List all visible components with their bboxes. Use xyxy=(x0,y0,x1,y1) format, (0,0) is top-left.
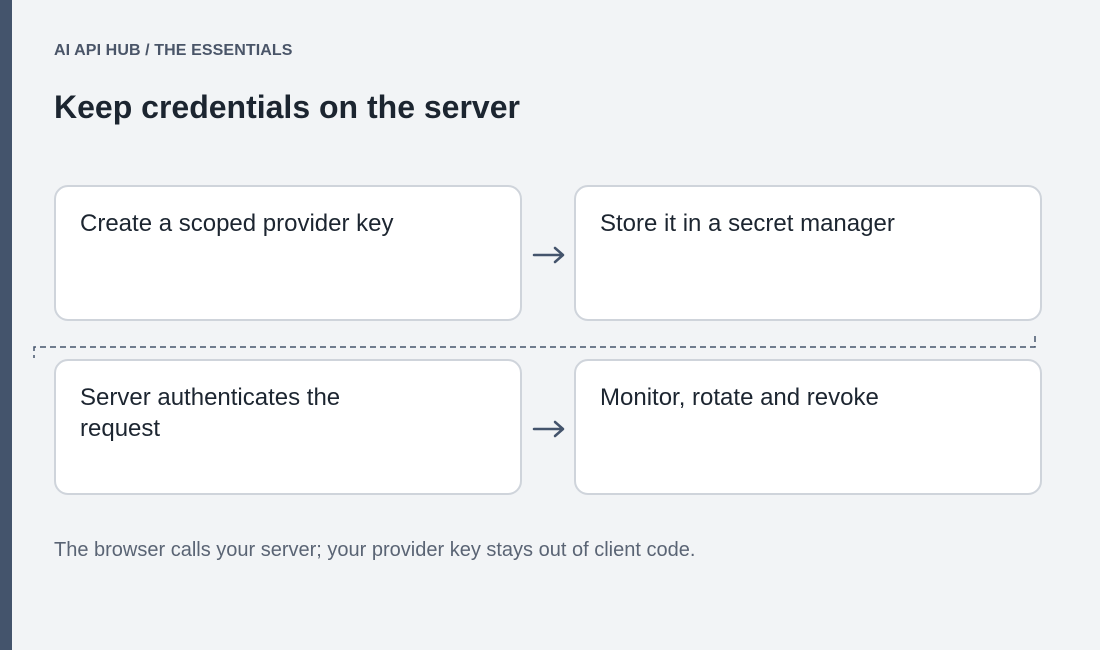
step-card-monitor-rotate: Monitor, rotate and revoke xyxy=(574,359,1042,495)
right-arrow-icon xyxy=(532,246,565,264)
step-card-server-auth: Server authenticates the request xyxy=(54,359,522,495)
step-card-create-key: Create a scoped provider key xyxy=(54,185,522,321)
step-label: Server authenticates the request xyxy=(80,384,341,442)
footer-note: The browser calls your server; your prov… xyxy=(54,539,696,561)
accent-sidebar xyxy=(0,0,12,650)
step-label: Create a scoped provider key xyxy=(80,210,394,237)
step-label: Monitor, rotate and revoke xyxy=(600,384,879,411)
right-arrow-icon xyxy=(532,420,565,438)
breadcrumb: AI API HUB / THE ESSENTIALS xyxy=(54,42,293,59)
page-title: Keep credentials on the server xyxy=(54,89,520,125)
step-card-store-secret: Store it in a secret manager xyxy=(574,185,1042,321)
step-label: Store it in a secret manager xyxy=(600,210,895,237)
